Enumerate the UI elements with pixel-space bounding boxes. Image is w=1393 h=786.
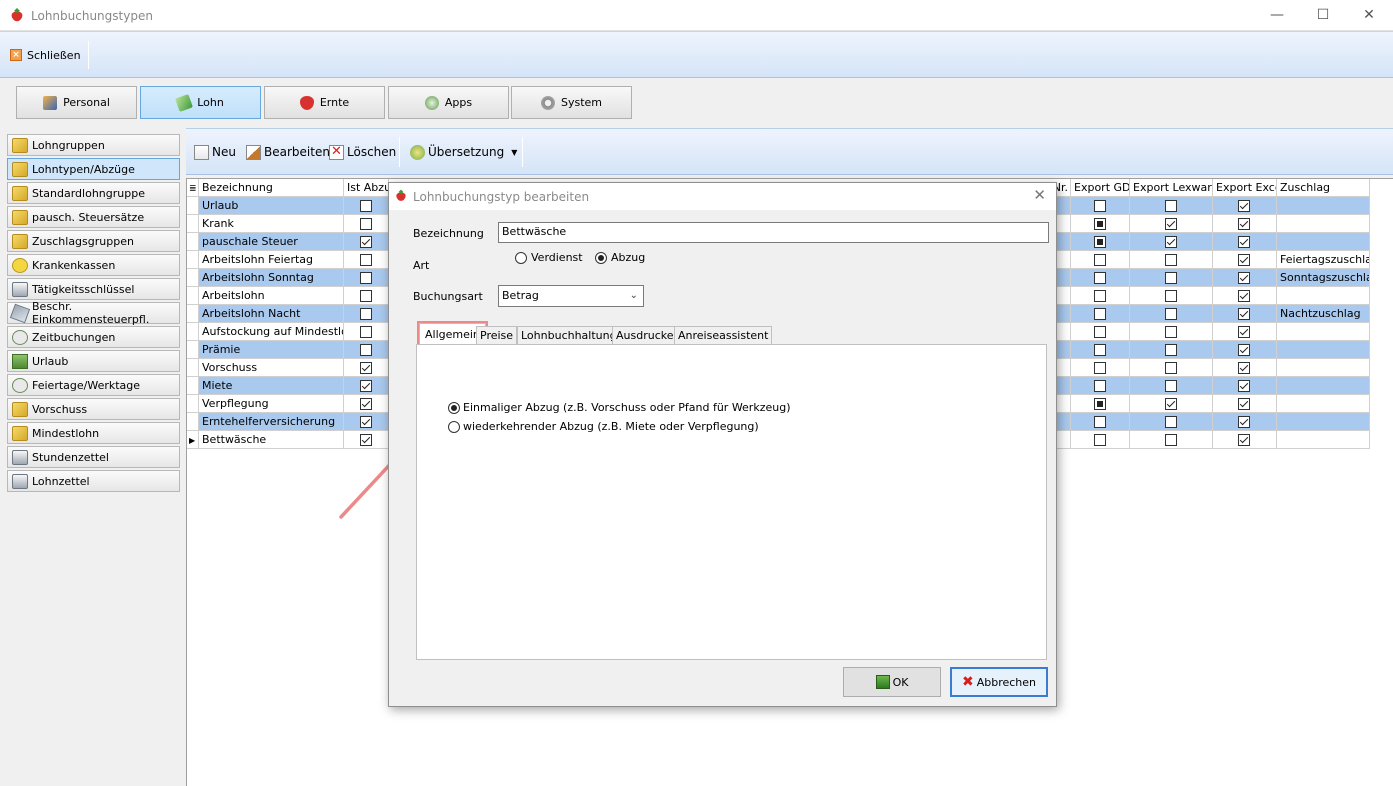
buchungsart-value: Betrag bbox=[502, 289, 539, 302]
dialog-close-button[interactable]: ✕ bbox=[1033, 186, 1046, 204]
tab-ausdrucke[interactable]: Ausdrucke bbox=[612, 326, 678, 345]
tab-lohnbuchhaltung[interactable]: Lohnbuchhaltung bbox=[517, 326, 621, 345]
dialog-title-bar: Lohnbuchungstyp bearbeiten ✕ bbox=[389, 183, 1056, 210]
tab-preise[interactable]: Preise bbox=[476, 326, 518, 345]
option-wiederkehrender-abzug-radio[interactable] bbox=[448, 421, 460, 433]
option-einmaliger-abzug-label: Einmaliger Abzug (z.B. Vorschuss oder Pf… bbox=[463, 401, 791, 414]
cancel-icon: ✖ bbox=[961, 674, 974, 690]
buchungsart-label: Buchungsart bbox=[413, 290, 483, 303]
chevron-down-icon: ⌄ bbox=[629, 290, 638, 301]
save-icon bbox=[875, 675, 890, 689]
buchungsart-select[interactable]: Betrag ⌄ bbox=[498, 285, 644, 307]
radio-abzug-label: Abzug bbox=[611, 251, 646, 264]
edit-dialog: Lohnbuchungstyp bearbeiten ✕ Bezeichnung… bbox=[388, 182, 1057, 707]
radio-verdienst-circle[interactable] bbox=[515, 252, 527, 264]
tab-anreiseassistent[interactable]: Anreiseassistent bbox=[674, 326, 773, 345]
strawberry-icon bbox=[396, 189, 406, 201]
option-wiederkehrender-abzug-label: wiederkehrender Abzug (z.B. Miete oder V… bbox=[463, 420, 759, 433]
option-einmaliger-abzug-radio[interactable] bbox=[448, 402, 460, 414]
radio-verdienst-label: Verdienst bbox=[531, 251, 583, 264]
tab-panel-allgemein: Einmaliger Abzug (z.B. Vorschuss oder Pf… bbox=[416, 344, 1047, 660]
bezeichnung-input[interactable]: Bettwäsche bbox=[498, 222, 1049, 243]
cancel-button[interactable]: ✖ Abbrechen bbox=[950, 667, 1048, 697]
cancel-button-label: Abbrechen bbox=[976, 675, 1037, 689]
art-label: Art bbox=[413, 259, 430, 272]
bezeichnung-label: Bezeichnung bbox=[413, 227, 484, 240]
dialog-title: Lohnbuchungstyp bearbeiten bbox=[413, 190, 590, 204]
radio-abzug-circle[interactable] bbox=[595, 252, 607, 264]
ok-button-label: OK bbox=[892, 675, 909, 689]
ok-button[interactable]: OK bbox=[843, 667, 941, 697]
